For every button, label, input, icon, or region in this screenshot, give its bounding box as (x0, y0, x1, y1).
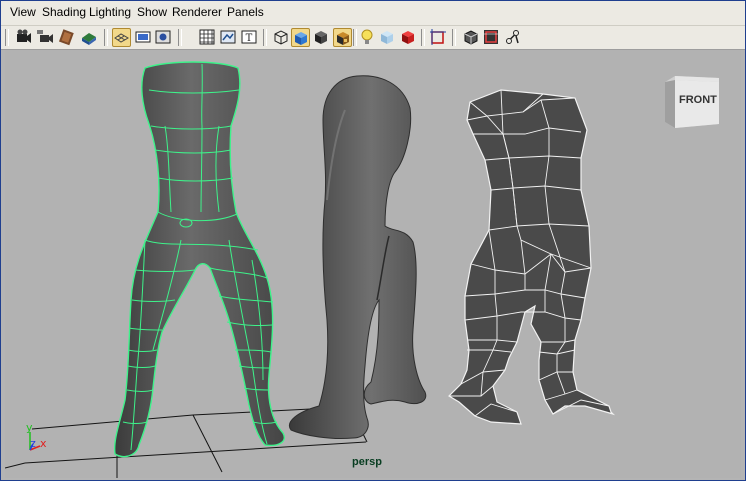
toolbar-separator (104, 29, 108, 46)
field-chart-icon[interactable] (198, 28, 216, 46)
toolbar-separator (263, 29, 267, 46)
use-all-lights-icon[interactable] (358, 28, 376, 46)
film-gate-icon[interactable] (134, 28, 152, 46)
menu-shading[interactable]: Shading (42, 5, 86, 19)
axis-gizmo: y z x (26, 421, 47, 451)
menu-show[interactable]: Show (137, 5, 167, 19)
isolate-select-icon[interactable] (429, 28, 447, 46)
high-quality-icon[interactable] (399, 28, 417, 46)
toolbar-separator (178, 29, 182, 46)
axis-label-y: y (26, 421, 33, 434)
image-plane-icon[interactable] (80, 28, 98, 46)
menu-view[interactable]: View (10, 5, 36, 19)
grid-icon[interactable] (112, 28, 131, 47)
panel-toolbar: T (1, 26, 745, 50)
menu-lighting[interactable]: Lighting (89, 5, 131, 19)
panel-menu-bar: View Shading Lighting Show Renderer Pane… (1, 1, 745, 26)
xray-joints-icon[interactable] (504, 28, 522, 46)
toolbar-separator (5, 29, 9, 46)
camera-attributes-icon[interactable] (36, 28, 54, 46)
bookmark-icon[interactable] (58, 28, 76, 46)
axis-label-z: z (30, 437, 36, 450)
viewport-panel: View Shading Lighting Show Renderer Pane… (0, 0, 746, 481)
view-cube-front-label[interactable]: FRONT (679, 94, 717, 106)
mesh-legs-lowpoly[interactable] (448, 89, 616, 425)
perspective-viewport[interactable]: y z x FRONT persp (5, 50, 741, 478)
textured-icon[interactable] (333, 28, 352, 47)
smooth-shade-icon[interactable] (291, 28, 310, 47)
xray-icon[interactable] (461, 28, 479, 46)
camera-name-label: persp (352, 456, 382, 468)
toolbar-separator (353, 29, 357, 46)
select-camera-icon[interactable] (14, 28, 32, 46)
wireframe-on-shaded-icon[interactable] (482, 28, 500, 46)
axis-label-x: x (40, 437, 47, 450)
toolbar-separator (452, 29, 456, 46)
svg-text:T: T (246, 33, 253, 44)
default-material-icon[interactable] (312, 28, 330, 46)
resolution-gate-icon[interactable] (154, 28, 172, 46)
safe-action-icon[interactable] (219, 28, 237, 46)
wireframe-icon[interactable] (271, 28, 289, 46)
shadows-icon[interactable] (378, 28, 396, 46)
mesh-legs-wireframe-selected[interactable] (113, 61, 285, 458)
safe-title-icon[interactable]: T (240, 28, 258, 46)
menu-renderer[interactable]: Renderer (172, 5, 222, 19)
menu-panels[interactable]: Panels (227, 5, 264, 19)
toolbar-separator (421, 29, 425, 46)
mesh-legs-smooth-shaded[interactable] (289, 75, 427, 439)
